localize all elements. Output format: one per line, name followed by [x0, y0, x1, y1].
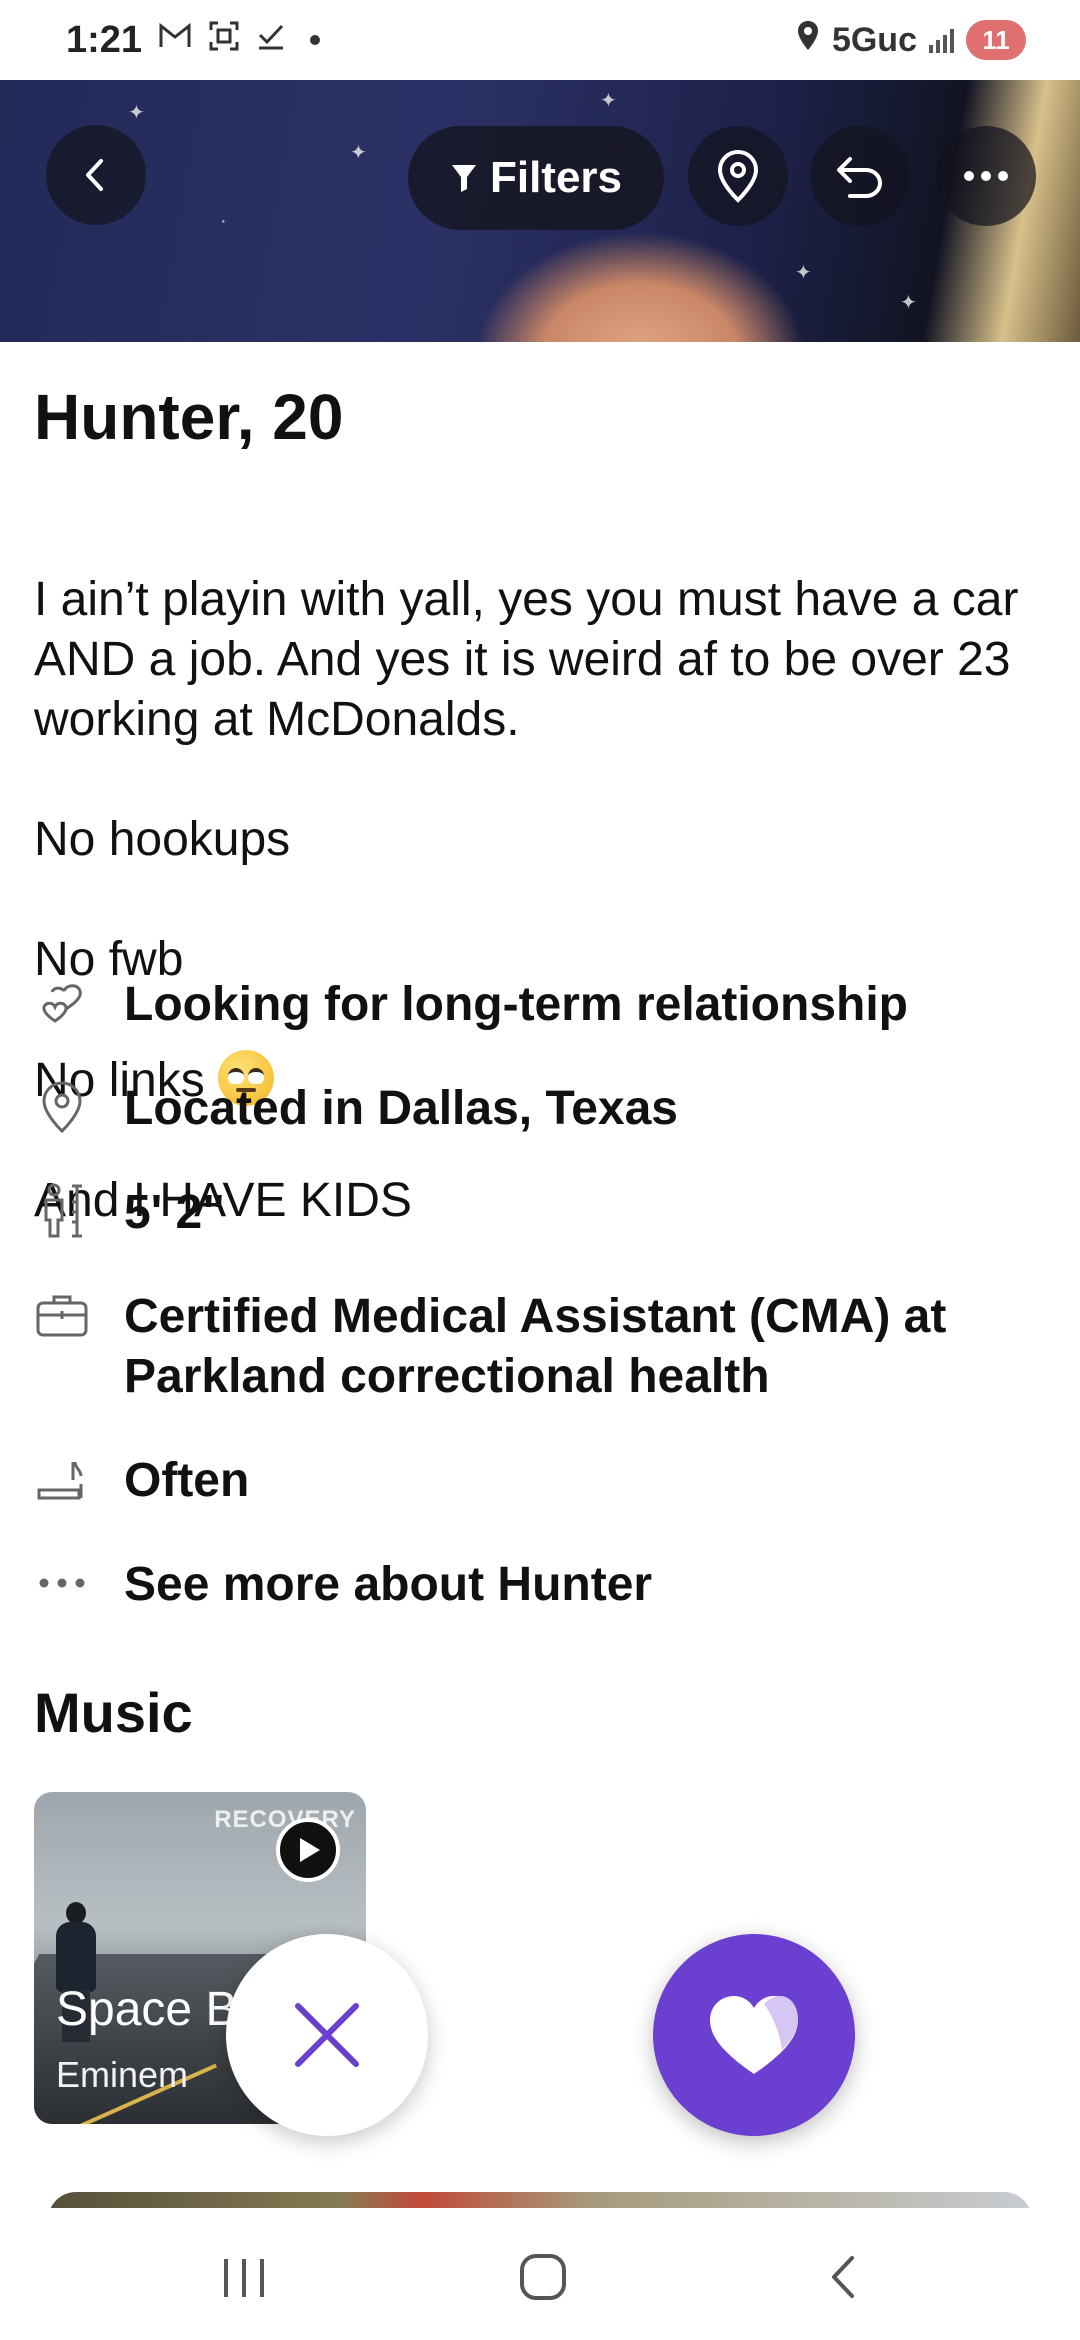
bio-line: No hookups: [34, 813, 291, 866]
detail-text: Certified Medical Assistant (CMA) at Par…: [124, 1290, 947, 1403]
location-status-icon: [796, 19, 820, 61]
bio-line: I ain’t playin with yall, yes you must h…: [34, 573, 1019, 746]
status-bar: 1:21 5Guc 11: [0, 0, 1080, 80]
notification-dot-icon: [310, 35, 321, 45]
detail-text: Located in Dallas, Texas: [124, 1082, 678, 1135]
undo-icon: [837, 157, 883, 198]
detail-text: 5' 2": [124, 1186, 225, 1239]
dislike-button[interactable]: [226, 1934, 428, 2136]
detail-job: Certified Medical Assistant (CMA) at Par…: [34, 1287, 1044, 1407]
home-button[interactable]: [520, 2254, 566, 2300]
star-decoration: ✦: [900, 292, 917, 314]
star-decoration: ✦: [600, 90, 617, 112]
profile-name-age: Hunter, 20: [34, 381, 344, 453]
battery-indicator: 11: [966, 20, 1026, 60]
smoking-icon: [34, 1451, 90, 1507]
profile-screen: 1:21 5Guc 11 ✦ · ✦ ✦ ✦ ✦ Filters Hunter,…: [0, 0, 1080, 2340]
detail-text: Often: [124, 1454, 250, 1507]
detail-location: Located in Dallas, Texas: [34, 1079, 1044, 1139]
chevron-left-icon: [86, 159, 103, 191]
location-pin-icon: [34, 1079, 90, 1135]
status-time: 1:21: [66, 18, 143, 61]
status-right: 5Guc 11: [796, 19, 1026, 61]
chevron-left-icon: [832, 2256, 854, 2298]
song-title: Space B: [56, 1983, 238, 2036]
detail-text: Looking for long-term relationship: [124, 978, 908, 1031]
system-nav-bar: [0, 2208, 1080, 2340]
location-pin-icon: [717, 149, 759, 203]
star-decoration: ·: [220, 210, 227, 232]
back-nav-button[interactable]: [822, 2254, 868, 2300]
play-button[interactable]: [276, 1818, 340, 1882]
profile-bio: I ain’t playin with yall, yes you must h…: [34, 510, 1044, 1291]
star-decoration: ✦: [795, 262, 812, 284]
gmail-icon: [158, 22, 192, 58]
height-icon: [34, 1183, 90, 1239]
song-artist: Eminem: [56, 2054, 189, 2095]
back-button[interactable]: [46, 125, 146, 225]
star-decoration: ✦: [128, 102, 145, 124]
more-dots-icon: [964, 171, 1008, 181]
filters-label: Filters: [489, 153, 623, 202]
more-options-button[interactable]: [936, 126, 1036, 226]
see-more-text[interactable]: See more about Hunter: [124, 1555, 1044, 1615]
network-type: 5Guc: [831, 20, 917, 59]
detail-smoking: Often: [34, 1451, 1044, 1511]
close-icon: [295, 2003, 359, 2067]
detail-height: 5' 2": [34, 1183, 1044, 1243]
download-done-icon: [256, 21, 286, 59]
filter-icon: [451, 165, 476, 192]
location-button[interactable]: [688, 126, 788, 226]
play-icon: [300, 1838, 320, 1862]
status-left: 1:21: [66, 18, 321, 62]
see-more-link[interactable]: See more about Hunter: [34, 1555, 1044, 1615]
screenshot-icon: [208, 20, 240, 60]
undo-button[interactable]: [810, 126, 910, 226]
signal-icon: [929, 27, 954, 53]
recent-apps-button[interactable]: [222, 2258, 266, 2298]
hearts-icon: [34, 975, 90, 1031]
filters-button[interactable]: Filters: [408, 126, 664, 230]
detail-relationship: Looking for long-term relationship: [34, 975, 1044, 1035]
heart-icon: [710, 1996, 798, 2074]
music-section-title: Music: [34, 1681, 193, 1744]
briefcase-icon: [34, 1287, 90, 1343]
star-decoration: ✦: [350, 142, 367, 164]
more-dots-icon: [34, 1555, 90, 1611]
like-button[interactable]: [653, 1934, 855, 2136]
profile-photo[interactable]: ✦ · ✦ ✦ ✦ ✦ Filters: [0, 80, 1080, 342]
